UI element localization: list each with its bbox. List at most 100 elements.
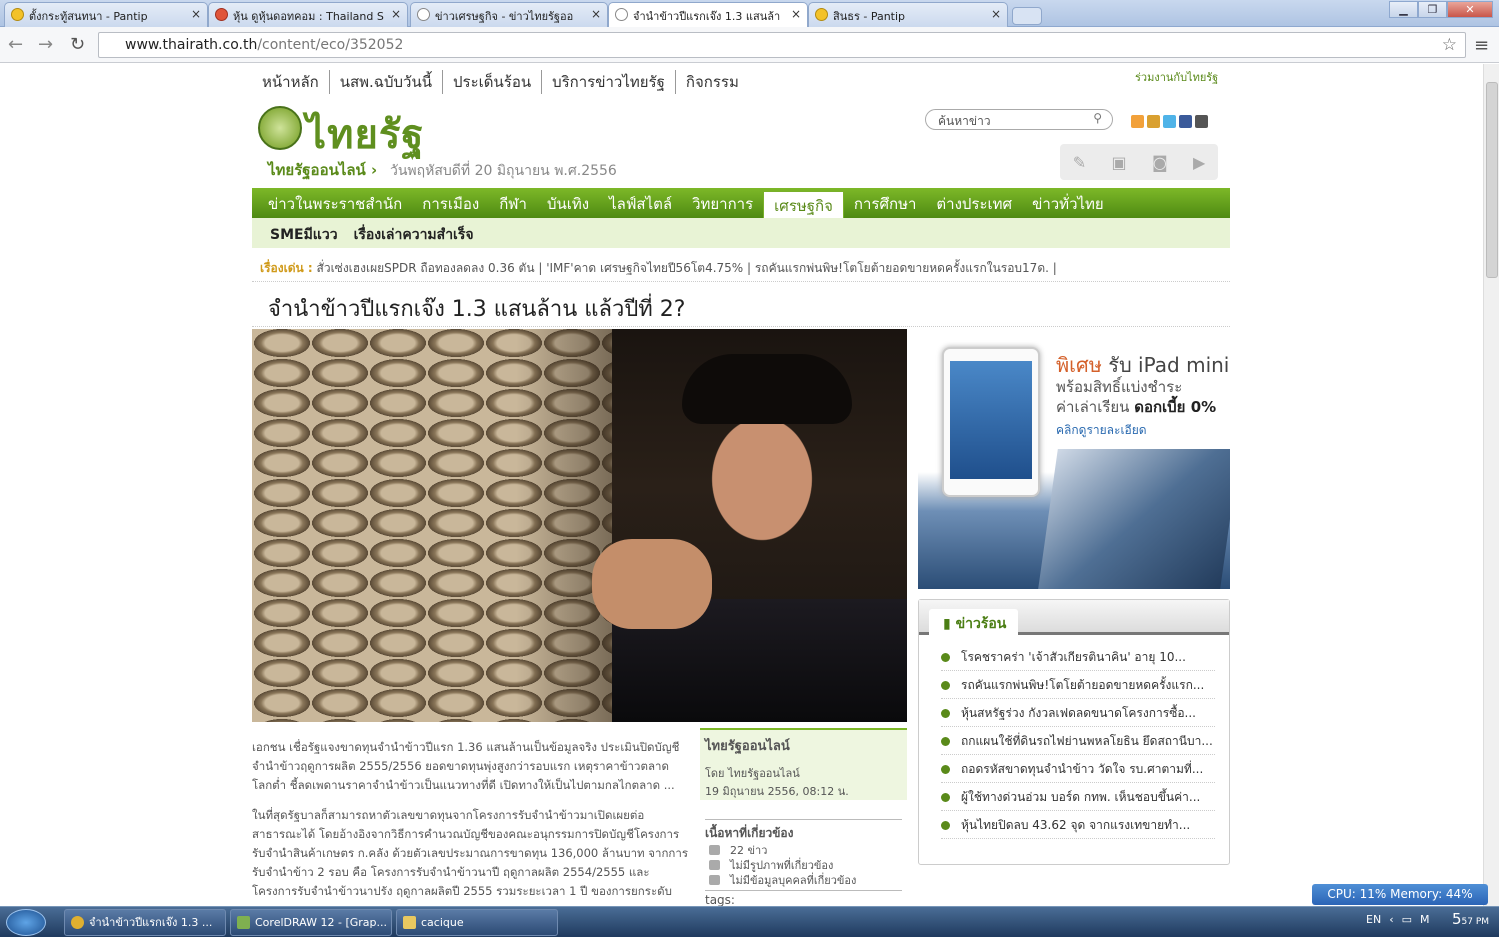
close-tab-icon[interactable]: × <box>191 7 201 21</box>
hot-news-tab[interactable]: ▮ ข่าวร้อน <box>929 609 1019 636</box>
browser-tab-strip: ตั้งกระทู้สนทนา - Pantip × หุ้น ดูหุ้นดอท… <box>0 0 1499 28</box>
forward-icon[interactable]: → <box>38 34 53 55</box>
ipad-image <box>942 347 1040 497</box>
article-body: ในที่สุดรัฐบาลก็สามารถหาตัวเลขขาดทุนจากโ… <box>252 808 689 898</box>
related-news-count[interactable]: 22 ข่าว <box>705 843 902 858</box>
source-date: 19 มิถุนายน 2556, 08:12 น. <box>705 785 849 798</box>
nav-economy[interactable]: เศรษฐกิจ <box>763 191 844 218</box>
site-logo[interactable]: ไทยรัฐ <box>306 102 424 166</box>
new-tab-button[interactable] <box>1012 7 1042 25</box>
browser-tab[interactable]: หุ้น ดูหุ้นดอทคอม : Thailand S × <box>208 2 408 27</box>
browser-tab-active[interactable]: จำนำข้าวปีแรกเจ๊ง 1.3 แสนล้า × <box>608 2 808 28</box>
hot-news-widget: ▮ ข่าวร้อน โรคชราคร่า 'เจ้าสัวเกียรตินาค… <box>918 599 1230 865</box>
nav-sports[interactable]: กีฬา <box>489 188 537 218</box>
taskbar-folder[interactable]: cacique <box>396 909 558 936</box>
related-images: ไม่มีรูปภาพที่เกี่ยวข้อง <box>705 858 902 873</box>
ad-subtitle: พร้อมสิทธิ์แบ่งชำระ ค่าเล่าเรียน ดอกเบี้ย… <box>1056 378 1217 416</box>
site-name[interactable]: ไทยรัฐออนไลน์ › <box>268 158 377 182</box>
subnav-sme[interactable]: SMEมีแวว <box>262 218 346 248</box>
article-photo[interactable] <box>252 329 907 722</box>
nav-politics[interactable]: การเมือง <box>412 188 489 218</box>
network-icon[interactable]: ▭ <box>1402 913 1412 926</box>
taskbar: จำนำข้าวปีแรกเจ๊ง 1.3 ... CorelDRAW 12 -… <box>0 906 1499 937</box>
social-links <box>1131 115 1208 128</box>
taskbar-chrome[interactable]: จำนำข้าวปีแรกเจ๊ง 1.3 ... <box>64 909 226 936</box>
hot-news-item[interactable]: ถกแผนใช้ที่ดินรถไฟย่านพหลโยธิน ยึดสถานีบ… <box>941 727 1215 755</box>
thairath-favicon-icon <box>417 8 430 21</box>
nav-lifestyle[interactable]: ไลฟ์สไตล์ <box>599 188 682 218</box>
source-author: โดย ไทยรัฐออนไลน์ <box>705 767 800 780</box>
thairath-logo-icon[interactable] <box>258 106 302 150</box>
nav-entertainment[interactable]: บันเทิง <box>537 188 599 218</box>
minimize-icon[interactable]: ▁ <box>1389 1 1418 18</box>
top-nav-home[interactable]: หน้าหลัก <box>252 70 330 94</box>
related-title: เนื้อหาที่เกี่ยวข้อง <box>705 819 902 843</box>
facebook-icon[interactable] <box>1179 115 1192 128</box>
related-content: เนื้อหาที่เกี่ยวข้อง 22 ข่าว ไม่มีรูปภาพ… <box>705 819 902 888</box>
browser-tab[interactable]: ตั้งกระทู้สนทนา - Pantip × <box>4 2 208 27</box>
page-scrollbar[interactable] <box>1483 64 1499 906</box>
current-date: วันพฤหัสบดีที่ 20 มิถุนายน พ.ศ.2556 <box>390 163 617 179</box>
article-lead: เอกชน เชื่อรัฐแจงขาดทุนจำนำข้าวปีแรก 1.3… <box>252 740 680 792</box>
hot-news-item[interactable]: โรคชราคร่า 'เจ้าสัวเกียรตินาคิน' อายุ 10… <box>941 643 1215 671</box>
top-nav-services[interactable]: บริการข่าวไทยรัฐ <box>542 70 676 94</box>
search-icon[interactable]: ⚲ <box>1093 111 1102 125</box>
reload-icon[interactable]: ↻ <box>70 34 85 55</box>
rss-icon[interactable] <box>1131 115 1144 128</box>
tray-expand-icon[interactable]: ‹ <box>1389 913 1393 926</box>
chart-icon[interactable] <box>1147 115 1160 128</box>
gmail-icon[interactable]: M <box>1420 913 1430 926</box>
start-button[interactable] <box>6 909 46 936</box>
nav-science[interactable]: วิทยาการ <box>682 188 763 218</box>
url-input[interactable]: www.thairath.co.th/content/eco/352052 ☆ <box>98 32 1466 58</box>
close-tab-icon[interactable]: × <box>791 7 801 21</box>
article-tags: tags: <box>705 890 902 906</box>
hot-news-item[interactable]: รถคันแรกพ่นพิษ!โตโยต้ายอดขายหดครั้งแรก..… <box>941 671 1215 699</box>
scrollbar-thumb[interactable] <box>1486 82 1498 278</box>
source-title: ไทยรัฐออนไลน์ <box>705 739 790 754</box>
top-nav-hot-issues[interactable]: ประเด็นร้อน <box>443 70 543 94</box>
system-tray: EN ‹ ▭ M <box>1366 913 1430 926</box>
clock[interactable]: 557 PM <box>1452 910 1489 928</box>
sub-nav: SMEมีแวว เรื่องเล่าความสำเร็จ <box>252 218 1230 248</box>
related-people: ไม่มีข้อมูลบุคคลที่เกี่ยวข้อง <box>705 873 902 888</box>
back-icon[interactable]: ← <box>8 34 23 55</box>
taskbar-coreldraw[interactable]: CorelDRAW 12 - [Grap... <box>230 909 392 936</box>
close-tab-icon[interactable]: × <box>591 7 601 21</box>
top-nav-activities[interactable]: กิจกรรม <box>676 70 749 94</box>
maximize-icon[interactable]: ❐ <box>1418 1 1447 18</box>
video-icon[interactable]: ▶ <box>1193 153 1205 172</box>
thairath-favicon-icon <box>615 8 628 21</box>
hot-news-item[interactable]: ผู้ใช้ทางด่วนอ่วม บอร์ด กทพ. เห็นชอบขึ้น… <box>941 783 1215 811</box>
ad-details-link[interactable]: คลิกดูรายละเอียด <box>1056 421 1147 440</box>
language-indicator[interactable]: EN <box>1366 913 1381 926</box>
ipad-mini-ad[interactable]: พิเศษ รับ iPad mini พร้อมสิทธิ์แบ่งชำระค… <box>918 329 1230 589</box>
careers-link[interactable]: ร่วมงานกับไทยรัฐ <box>1135 68 1218 86</box>
headline-ticker[interactable]: เรื่องเด่น : สั่วเซ่งเฮงเผยSPDR ถือทองลด… <box>260 259 1057 278</box>
nav-local[interactable]: ข่าวทั่วไทย <box>1022 188 1114 218</box>
instagram-icon[interactable] <box>1195 115 1208 128</box>
browser-menu-icon[interactable]: ≡ <box>1474 35 1489 56</box>
close-tab-icon[interactable]: × <box>391 7 401 21</box>
browser-tab[interactable]: สินธร - Pantip × <box>808 2 1008 27</box>
cpu-memory-gadget: CPU: 11% Memory: 44% <box>1312 884 1488 905</box>
twitter-icon[interactable] <box>1163 115 1176 128</box>
subnav-success-stories[interactable]: เรื่องเล่าความสำเร็จ <box>346 218 482 248</box>
nav-world[interactable]: ต่างประเทศ <box>926 188 1022 218</box>
printer-icon[interactable]: ▣ <box>1112 153 1127 172</box>
nav-education[interactable]: การศึกษา <box>844 188 926 218</box>
hot-news-item[interactable]: หุ้นสหรัฐร่วง กังวลเฟดลดขนาดโครงการซื้อ.… <box>941 699 1215 727</box>
hot-news-item[interactable]: ถอดรหัสขาดทุนจำนำข้าว วัดใจ รบ.ศาตามที่.… <box>941 755 1215 783</box>
close-window-icon[interactable]: ✕ <box>1447 1 1493 18</box>
page-viewport: หน้าหลัก นสพ.ฉบับวันนี้ ประเด็นร้อน บริก… <box>0 64 1483 906</box>
divider <box>252 326 1230 327</box>
nav-royal[interactable]: ข่าวในพระราชสำนัก <box>258 188 412 218</box>
search-input[interactable]: ค้นหาข่าว ⚲ <box>925 109 1113 130</box>
camera-icon[interactable]: ◙ <box>1152 153 1168 172</box>
top-nav-newspaper[interactable]: นสพ.ฉบับวันนี้ <box>330 70 443 94</box>
pen-icon[interactable]: ✎ <box>1073 153 1086 172</box>
bookmark-star-icon[interactable]: ☆ <box>1442 33 1457 57</box>
hot-news-item[interactable]: หุ้นไทยปิดลบ 43.62 จุด จากแรงเทขายทำ... <box>941 811 1215 839</box>
browser-tab[interactable]: ข่าวเศรษฐกิจ - ข่าวไทยรัฐออ × <box>410 2 608 27</box>
close-tab-icon[interactable]: × <box>991 7 1001 21</box>
